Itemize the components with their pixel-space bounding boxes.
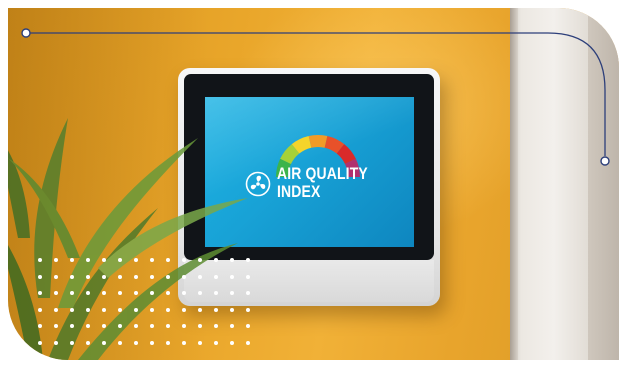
- decorative-line: [21, 28, 610, 166]
- line-node-start: [21, 28, 31, 38]
- line-node-end: [600, 156, 610, 166]
